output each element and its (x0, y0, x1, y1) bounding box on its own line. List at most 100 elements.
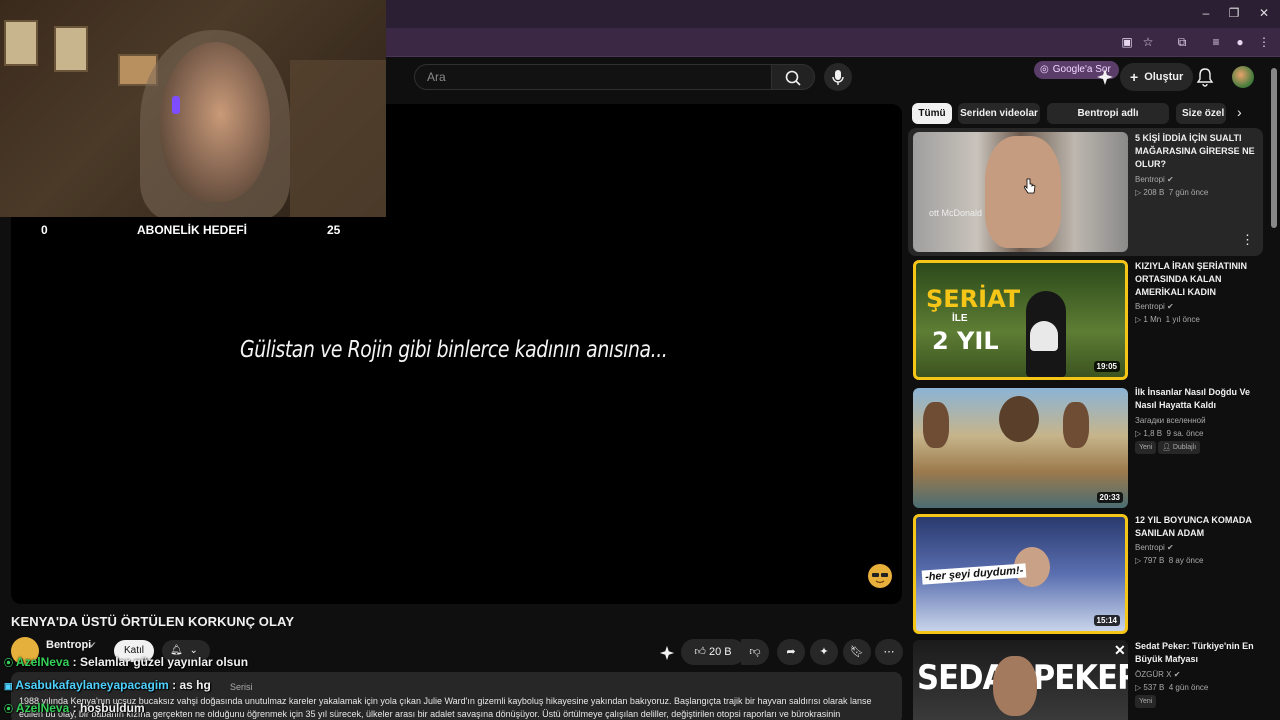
video-title[interactable]: 5 KİŞİ İDDİA İÇİN SUALTI MAĞARASINA GİRE… (1135, 132, 1260, 171)
video-title[interactable]: İlk İnsanlar Nasıl Doğdu Ve Nasıl Hayatt… (1135, 386, 1260, 412)
subscription-goal-end: 25 (327, 223, 341, 237)
search-placeholder: Ara (427, 70, 446, 84)
like-count: 20 B (708, 646, 732, 658)
streamer-face (160, 42, 270, 202)
views-icon: ▷ (1135, 315, 1142, 324)
lens-icon: ◎ (1040, 64, 1049, 75)
description-meta: Serisi (230, 682, 253, 692)
video-age: 1 yıl önce (1165, 315, 1200, 324)
create-label: Oluştur (1144, 71, 1184, 83)
account-avatar[interactable] (1232, 66, 1254, 88)
chip-series[interactable]: Seriden videolar (958, 103, 1040, 124)
thumbnail-text: İLE (952, 313, 968, 324)
more-actions-button[interactable]: ⋯ (875, 639, 903, 665)
share-button[interactable]: ➦ (777, 639, 805, 665)
wall-drawing (4, 20, 38, 66)
video-channel[interactable]: Bentropi ✔ (1135, 175, 1174, 184)
video-title[interactable]: Sedat Peker: Türkiye'nin En Büyük Mafyas… (1135, 640, 1260, 666)
ai-button[interactable]: ✦ (810, 639, 838, 665)
video-thumbnail[interactable]: 20:33 (913, 388, 1128, 508)
video-duration: 20:33 (1096, 492, 1123, 503)
video-meta: ▷ 1 Mn 1 yıl önce (1135, 315, 1200, 324)
minimize-button[interactable]: – (1196, 6, 1216, 20)
save-button[interactable]: 🔖︎ (843, 639, 871, 665)
video-channel[interactable]: Загадки вселенной (1135, 416, 1206, 425)
chip-all[interactable]: Tümü (912, 103, 952, 124)
chat-text: : hoşbuldum (72, 701, 145, 715)
video-channel[interactable]: Bentropi ✔ (1135, 302, 1174, 311)
chip-uploader[interactable]: Bentropi adlı yükleyiciden (1047, 103, 1169, 140)
chat-text: : as hg (172, 678, 211, 692)
chip-for-you[interactable]: Size özel (1176, 103, 1226, 124)
subscription-goal-start: 0 (41, 223, 48, 237)
video-thumbnail[interactable]: SEDAT PEKER (913, 640, 1128, 720)
chat-badge-icon: ▣ (4, 681, 13, 691)
sidebar-scrollbar[interactable] (1271, 68, 1277, 228)
chat-text: : Selamlar güzel yayınlar olsun (72, 655, 249, 669)
ask-ai-icon[interactable] (659, 645, 675, 661)
thumbnail-figure (923, 402, 949, 448)
thumbs-up-icon: 👍︎ (694, 646, 706, 658)
video-meta: ▷ 1,8 B 9 sa. önce (1135, 429, 1203, 438)
video-age: 8 ay önce (1168, 556, 1204, 565)
browser-menu-icon[interactable]: ⋮ (1256, 34, 1272, 50)
thumbnail-text: 2 YIL (932, 327, 999, 355)
bookmark-icon: 🔖︎ (850, 646, 864, 658)
maximize-button[interactable]: ❐ (1224, 6, 1244, 20)
video-meta: ▷ 208 B 7 gün önce (1135, 188, 1208, 197)
plus-icon: + (1130, 69, 1139, 85)
dubbed-icon: 👤︎ (1162, 444, 1171, 451)
bookmark-star-icon[interactable]: ☆ (1140, 34, 1156, 50)
thumbnail-text: -her şeyi duydum!- (921, 563, 1027, 585)
video-title[interactable]: 12 YIL BOYUNCA KOMADA SANILAN ADAM (1135, 514, 1260, 540)
video-views: 537 B (1143, 683, 1165, 692)
search-button[interactable] (771, 64, 815, 90)
dislike-button[interactable]: 👎︎ (741, 639, 769, 665)
notifications-bell-icon[interactable] (1196, 67, 1214, 87)
video-title[interactable]: KIZIYLA İRAN ŞERİATININ ORTASINDA KALAN … (1135, 260, 1260, 299)
ai-sparkle-icon[interactable] (1096, 68, 1114, 86)
video-channel[interactable]: ÖZGÜR X ✔ (1135, 670, 1180, 679)
verified-icon: ✔ (1167, 543, 1174, 552)
channel-logo-icon: ✕ (1114, 642, 1126, 658)
voice-search-button[interactable] (824, 63, 852, 91)
thumbs-down-icon: 👎︎ (749, 646, 761, 658)
thumbnail-figure (1030, 321, 1058, 351)
extensions-icon[interactable]: ⧉ (1174, 34, 1190, 50)
search-icon (785, 70, 801, 86)
views-icon: ▷ (1135, 683, 1142, 692)
share-icon: ➦ (786, 646, 796, 658)
profile-icon[interactable]: ● (1232, 34, 1248, 50)
create-button[interactable]: + Oluştur (1120, 63, 1194, 91)
video-title: KENYA'DA ÜSTÜ ÖRTÜLEN KORKUNÇ OLAY (11, 614, 295, 629)
more-vertical-icon[interactable]: ⋮ (1241, 232, 1254, 248)
reading-list-icon[interactable]: ≡ (1208, 34, 1224, 50)
chat-username: AzelNeva (15, 701, 70, 715)
streamer-webcam (0, 0, 386, 217)
like-button[interactable]: 👍︎ 20 B (681, 639, 745, 665)
chat-message: ⦿ AzelNeva : hoşbuldum (4, 701, 145, 715)
hand-cursor-icon (1024, 178, 1036, 194)
video-thumbnail[interactable]: ŞERİAT İLE 2 YIL 19:05 (913, 260, 1128, 380)
video-channel[interactable]: Bentropi ✔ (1135, 543, 1174, 552)
screen: – ❐ ✕ ◎ Google'a Sor ▣ ☆ ⧉ ≡ ● ⋮ Ara + O… (0, 0, 1280, 720)
chevron-right-icon[interactable]: › (1237, 104, 1242, 120)
description-line: 1988 yılında Kenya'nın ucsuz bucaksız va… (19, 696, 872, 706)
verified-icon: ✔ (89, 640, 97, 650)
thumbnail-figure (999, 396, 1039, 442)
views-icon: ▷ (1135, 556, 1142, 565)
thumbnail-figure (1063, 402, 1089, 448)
video-views: 1 Mn (1143, 315, 1162, 324)
search-input[interactable]: Ara (414, 64, 772, 90)
verified-icon: ✔ (1167, 302, 1174, 311)
close-window-button[interactable]: ✕ (1254, 6, 1274, 20)
chat-username: Asabukafaylaneyapacagim (15, 678, 169, 692)
video-views: 1,8 B (1143, 429, 1163, 438)
video-thumbnail[interactable]: ott McDonald (913, 132, 1128, 252)
sunglasses-emoji-icon (868, 564, 892, 588)
chat-username: AzelNeva (15, 655, 70, 669)
video-overlay-text: Gülistan ve Rojin gibi binlerce kadının … (240, 337, 668, 363)
cast-icon[interactable]: ▣ (1119, 34, 1135, 50)
video-thumbnail[interactable]: -her şeyi duydum!- 15:14 (913, 514, 1128, 634)
channel-name[interactable]: Bentropi (46, 639, 91, 651)
